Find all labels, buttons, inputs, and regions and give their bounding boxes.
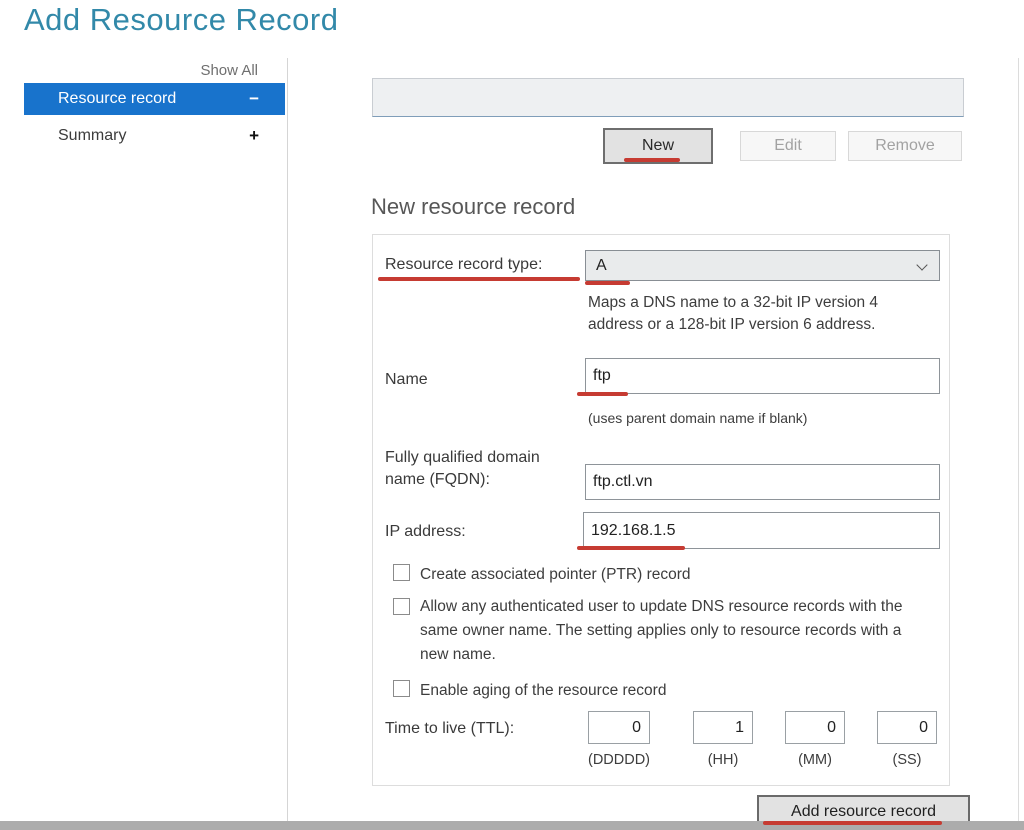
show-all-link[interactable]: Show All <box>60 62 258 79</box>
ptr-checkbox[interactable] <box>393 564 410 581</box>
form-heading: New resource record <box>371 194 575 220</box>
name-input[interactable] <box>585 358 940 394</box>
ttl-seconds-input[interactable] <box>877 711 937 744</box>
fqdn-label-line2: name (FQDN): <box>385 471 490 489</box>
remove-button[interactable]: Remove <box>848 131 962 161</box>
sidebar-item-label: Summary <box>58 127 126 144</box>
aging-checkbox-label: Enable aging of the resource record <box>420 682 666 700</box>
ttl-days-unit: (DDDDD) <box>588 752 650 768</box>
adjacent-panel-edge <box>1018 58 1019 821</box>
resource-record-listbox[interactable] <box>372 78 964 117</box>
edit-button[interactable]: Edit <box>740 131 836 161</box>
collapse-minus-icon[interactable]: − <box>249 83 259 115</box>
ttl-label: Time to live (TTL): <box>385 720 514 738</box>
ptr-checkbox-label: Create associated pointer (PTR) record <box>420 566 691 584</box>
annotation-underline-new <box>624 158 680 162</box>
ttl-minutes-unit: (MM) <box>785 752 845 768</box>
sidebar-item-summary[interactable]: Summary + <box>24 120 285 152</box>
ttl-hours-unit: (HH) <box>693 752 753 768</box>
ttl-minutes-input[interactable] <box>785 711 845 744</box>
sidebar-item-label: Resource record <box>58 90 176 107</box>
fqdn-label-line1: Fully qualified domain <box>385 449 540 467</box>
ttl-hours-input[interactable] <box>693 711 753 744</box>
fqdn-field <box>585 464 940 500</box>
type-select-value: A <box>596 257 607 274</box>
annotation-underline-add-button <box>763 821 942 825</box>
page-title: Add Resource Record <box>24 2 339 38</box>
new-button[interactable]: New <box>603 128 713 164</box>
sidebar-divider <box>287 58 288 821</box>
name-label: Name <box>385 371 428 389</box>
ttl-days-input[interactable] <box>588 711 650 744</box>
ip-label: IP address: <box>385 523 466 541</box>
add-resource-record-window: Add Resource Record Show All Resource re… <box>0 0 1024 830</box>
aging-checkbox[interactable] <box>393 680 410 697</box>
type-label: Resource record type: <box>385 256 542 274</box>
expand-plus-icon[interactable]: + <box>249 120 259 152</box>
ip-input[interactable] <box>583 512 940 549</box>
allow-update-checkbox[interactable] <box>393 598 410 615</box>
allow-update-checkbox-label: Allow any authenticated user to update D… <box>420 595 928 667</box>
sidebar-item-resource-record[interactable]: Resource record − <box>24 83 285 115</box>
annotation-underline-type-value <box>585 281 630 285</box>
name-help: (uses parent domain name if blank) <box>588 410 807 426</box>
annotation-underline-ip-value <box>577 546 685 550</box>
annotation-underline-name-value <box>577 392 628 396</box>
ttl-seconds-unit: (SS) <box>877 752 937 768</box>
type-select[interactable]: A <box>585 250 940 281</box>
annotation-underline-type-label <box>378 277 580 281</box>
type-help-line1: Maps a DNS name to a 32-bit IP version 4 <box>588 294 878 312</box>
chevron-down-icon <box>916 259 927 270</box>
type-help-line2: address or a 128-bit IP version 6 addres… <box>588 316 875 334</box>
